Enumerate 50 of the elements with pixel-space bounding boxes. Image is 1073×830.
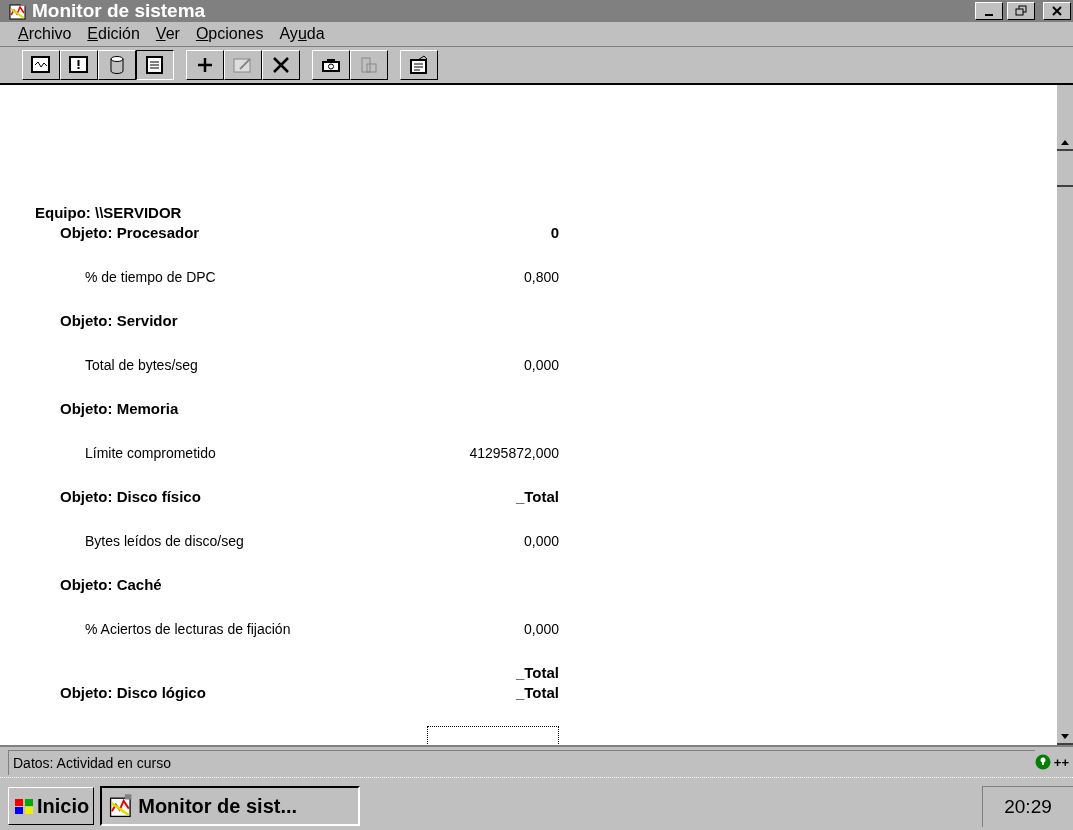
restore-button[interactable] bbox=[1007, 2, 1035, 20]
clock: 20:29 bbox=[982, 785, 1073, 827]
counter-value: 0,800 bbox=[523, 269, 559, 285]
object-name: Objeto: Servidor bbox=[60, 311, 178, 331]
counter-name: Bytes leídos de disco/seg bbox=[85, 533, 244, 549]
menu-item[interactable]: Ver bbox=[149, 25, 186, 43]
menu-item[interactable]: Archivo bbox=[12, 25, 78, 43]
instance-name: _Total bbox=[515, 487, 559, 507]
object-name: Objeto: Disco físico bbox=[60, 487, 201, 507]
status-text: Datos: Actividad en curso bbox=[8, 749, 1035, 775]
instance-name: 0 bbox=[550, 223, 559, 243]
object-name: Objeto: Procesador bbox=[60, 223, 200, 243]
document-icon bbox=[358, 55, 380, 75]
object-name: Objeto: Disco lógico bbox=[60, 683, 206, 703]
object-name: Objeto: Caché bbox=[60, 575, 162, 595]
restore-icon bbox=[1015, 5, 1027, 17]
chart-icon bbox=[30, 55, 52, 75]
counter-name: % de tiempo de DPC bbox=[85, 269, 216, 285]
minimize-icon bbox=[985, 14, 993, 16]
window-title: Monitor de sistema bbox=[32, 0, 207, 22]
counter-value: 0,000 bbox=[523, 357, 559, 373]
report-icon bbox=[144, 55, 166, 75]
delete-icon bbox=[270, 55, 292, 75]
counter-value: 0,000 bbox=[523, 533, 559, 549]
instance-name: _Total bbox=[515, 683, 559, 703]
alert-icon bbox=[68, 55, 90, 75]
down-arrow-icon bbox=[1061, 733, 1069, 739]
close-button[interactable] bbox=[1043, 2, 1071, 20]
options-icon bbox=[408, 55, 430, 75]
status-indicator: ++ bbox=[1053, 754, 1069, 770]
edit-icon bbox=[232, 55, 254, 75]
toolbar-button[interactable] bbox=[136, 50, 174, 80]
windows-logo-icon bbox=[13, 796, 35, 816]
minimize-button[interactable] bbox=[975, 2, 1003, 20]
menu-item[interactable]: Edición bbox=[81, 25, 146, 43]
status-light-icon bbox=[1034, 754, 1051, 770]
taskbar-button[interactable]: Monitor de sist... bbox=[100, 786, 361, 826]
start-button[interactable]: Inicio bbox=[8, 787, 95, 825]
up-arrow-icon bbox=[1061, 139, 1069, 145]
menu-item[interactable]: Opciones bbox=[189, 25, 270, 43]
instance-name: _Total bbox=[515, 663, 559, 683]
object-name: Objeto: Memoria bbox=[60, 399, 179, 419]
close-icon bbox=[1051, 5, 1063, 17]
counter-value: 41295872,000 bbox=[469, 445, 559, 461]
menu-item[interactable]: Ayuda bbox=[273, 25, 331, 43]
counter-name: Total de bytes/seg bbox=[85, 357, 198, 373]
counter-name: Límite comprometido bbox=[85, 445, 216, 461]
counter-value: 0,000 bbox=[523, 621, 559, 637]
counter-name: % Aciertos de lecturas de fijación bbox=[85, 621, 291, 637]
computer-name: Equipo: \\SERVIDOR bbox=[35, 203, 183, 223]
